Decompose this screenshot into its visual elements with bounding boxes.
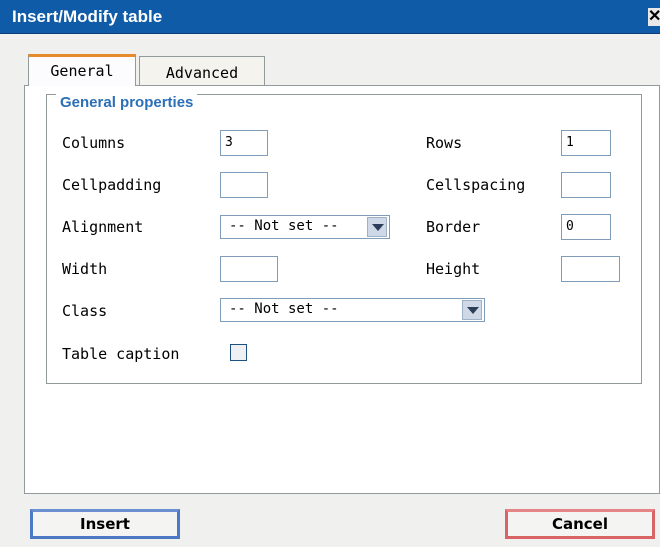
class-label: Class — [62, 302, 108, 320]
cellspacing-input[interactable] — [561, 172, 611, 198]
height-label: Height — [426, 260, 481, 278]
cellspacing-label: Cellspacing — [426, 176, 526, 194]
height-input[interactable] — [561, 256, 620, 282]
tab-advanced[interactable]: Advanced — [139, 56, 265, 86]
insert-button[interactable]: Insert — [30, 509, 180, 539]
cancel-button[interactable]: Cancel — [505, 509, 655, 539]
general-properties-fieldset — [46, 94, 642, 384]
border-input[interactable]: 0 — [561, 214, 611, 240]
alignment-select-value: -- Not set -- — [229, 218, 339, 234]
chevron-down-icon[interactable] — [462, 300, 482, 320]
dialog-titlebar[interactable]: Insert/Modify table ✕ — [0, 0, 660, 34]
columns-input[interactable]: 3 — [220, 130, 268, 156]
rows-label: Rows — [426, 134, 463, 152]
chevron-down-icon[interactable] — [367, 217, 387, 237]
alignment-select[interactable]: -- Not set -- — [220, 215, 390, 239]
columns-label: Columns — [62, 134, 126, 152]
table-caption-checkbox[interactable] — [230, 344, 247, 361]
table-caption-label: Table caption — [62, 345, 180, 363]
cellpadding-label: Cellpadding — [62, 176, 162, 194]
general-properties-legend: General properties — [56, 94, 198, 111]
alignment-label: Alignment — [62, 218, 144, 236]
tab-general[interactable]: General — [28, 54, 136, 86]
border-label: Border — [426, 218, 481, 236]
class-select-value: -- Not set -- — [229, 301, 339, 317]
close-icon[interactable]: ✕ — [648, 8, 660, 26]
width-input[interactable] — [220, 256, 278, 282]
class-select[interactable]: -- Not set -- — [220, 298, 485, 322]
cellpadding-input[interactable] — [220, 172, 268, 198]
width-label: Width — [62, 260, 108, 278]
rows-input[interactable]: 1 — [561, 130, 611, 156]
dialog-title: Insert/Modify table — [12, 7, 163, 26]
